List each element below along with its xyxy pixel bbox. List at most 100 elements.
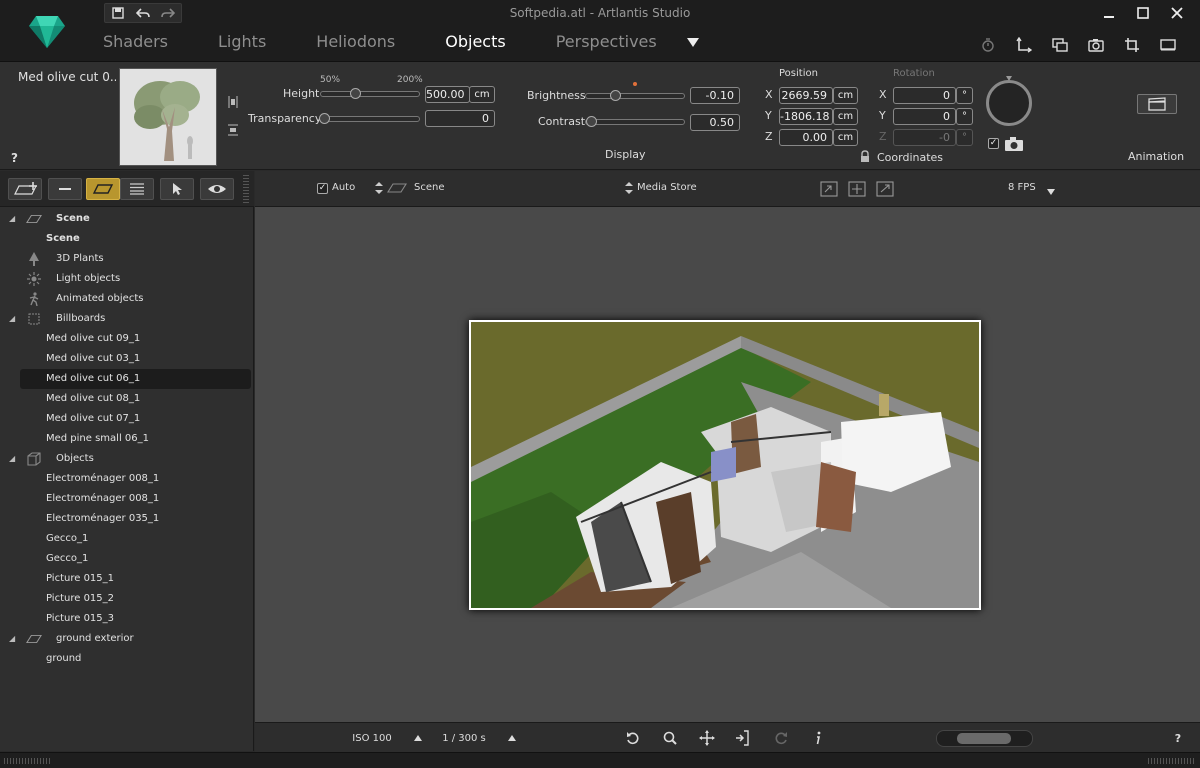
expand-frame-icon[interactable]	[876, 181, 894, 197]
tree-group-row[interactable]: ◢ Scene	[0, 209, 254, 229]
maximize-button[interactable]	[1126, 2, 1160, 24]
tab-objects[interactable]: Objects	[420, 30, 530, 54]
fullscreen-icon[interactable]	[1150, 34, 1186, 56]
tree-item-row[interactable]: Picture 015_2	[0, 589, 254, 609]
tree-item-row[interactable]: Gecco_1	[0, 529, 254, 549]
tree-group-row[interactable]: ◢ Objects	[0, 449, 254, 469]
snapshot-camera-icon[interactable]	[1004, 136, 1024, 152]
fps-label[interactable]: 8 FPS	[1008, 182, 1036, 193]
expand-toggle-icon[interactable]: ◢	[9, 449, 15, 469]
tree-group-row[interactable]: Light objects	[0, 269, 254, 289]
brightness-input[interactable]: -0.10	[690, 87, 740, 104]
right-resize-grip[interactable]	[1148, 758, 1194, 764]
brightness-slider[interactable]	[585, 90, 685, 101]
tree-item-row[interactable]: Electroménager 035_1	[0, 509, 254, 529]
snapshot-checkbox[interactable]: ✓	[988, 138, 999, 149]
tree-item-row[interactable]: ground	[0, 649, 254, 669]
tree-item-row[interactable]: Electroménager 008_1	[0, 489, 254, 509]
iso-up-icon[interactable]	[412, 723, 424, 753]
timer-icon[interactable]	[970, 34, 1006, 56]
scene-dropdown-label[interactable]: Scene	[414, 182, 445, 193]
info-icon[interactable]	[808, 723, 828, 753]
media-store-label[interactable]: Media Store	[637, 182, 697, 193]
contrast-slider[interactable]	[585, 116, 685, 127]
scene-preview-image[interactable]	[469, 320, 981, 610]
tab-heliodons[interactable]: Heliodons	[291, 30, 420, 54]
fps-dropdown-icon[interactable]	[1047, 185, 1055, 195]
panel-grip[interactable]	[243, 175, 249, 203]
render-viewport[interactable]	[255, 207, 1200, 722]
brightness-slider-handle[interactable]	[610, 90, 621, 101]
tree-group-row[interactable]: ◢ Billboards	[0, 309, 254, 329]
transparency-input[interactable]: 0	[425, 110, 495, 127]
animation-clapper-button[interactable]	[1137, 94, 1177, 114]
minimize-button[interactable]	[1092, 2, 1126, 24]
tab-shaders[interactable]: Shaders	[78, 30, 193, 54]
tab-perspectives[interactable]: Perspectives	[531, 30, 682, 54]
expand-toggle-icon[interactable]: ◢	[9, 309, 15, 329]
tabs-dropdown-icon[interactable]	[682, 30, 704, 54]
tree-item-row[interactable]: Picture 015_1	[0, 569, 254, 589]
tree-item-row[interactable]: Med pine small 06_1	[0, 429, 254, 449]
auto-checkbox[interactable]: ✓	[317, 183, 328, 194]
tree-item-row[interactable]: Med olive cut 03_1	[0, 349, 254, 369]
tree-item-row[interactable]: Scene	[0, 229, 254, 249]
tree-item-row[interactable]: Med olive cut 09_1	[0, 329, 254, 349]
height-slider-handle[interactable]	[350, 88, 361, 99]
tree-item-row[interactable]: Electroménager 008_1	[0, 469, 254, 489]
center-frame-icon[interactable]	[848, 181, 866, 197]
shutter-up-icon[interactable]	[506, 723, 518, 753]
select-pointer-button[interactable]	[160, 178, 194, 200]
crop-icon[interactable]	[1114, 34, 1150, 56]
expand-toggle-icon[interactable]: ◢	[9, 629, 15, 649]
undo-icon[interactable]	[134, 5, 152, 21]
tree-item-row[interactable]: Picture 015_3	[0, 609, 254, 629]
rotation-dial[interactable]	[986, 80, 1032, 126]
help-button[interactable]: ?	[1171, 723, 1185, 753]
height-slider[interactable]	[320, 88, 420, 99]
rotation-x-input[interactable]: 0	[893, 87, 956, 104]
tree-item-row[interactable]: Med olive cut 08_1	[0, 389, 254, 409]
scene-sort-icon[interactable]	[375, 182, 383, 194]
zoom-icon[interactable]	[660, 723, 680, 753]
help-icon[interactable]: ?	[11, 151, 18, 165]
reset-view-icon[interactable]	[623, 723, 643, 753]
tree-group-row[interactable]: ◢ ground exterior	[0, 629, 254, 649]
timeline-scroll-thumb[interactable]	[957, 733, 1011, 744]
contrast-input[interactable]: 0.50	[690, 114, 740, 131]
align-horizontal-icon[interactable]	[228, 96, 238, 108]
tree-item-row[interactable]: Med olive cut 07_1	[0, 409, 254, 429]
transparency-slider[interactable]	[319, 113, 420, 124]
object-thumbnail[interactable]	[119, 68, 217, 166]
remove-button[interactable]	[48, 178, 82, 200]
camera-icon[interactable]	[1078, 34, 1114, 56]
add-layer-button[interactable]	[8, 178, 42, 200]
tree-item-row[interactable]: Gecco_1	[0, 549, 254, 569]
media-store-sort-icon[interactable]	[625, 182, 633, 194]
zoom-in-frame-icon[interactable]	[820, 181, 838, 197]
expand-toggle-icon[interactable]: ◢	[9, 209, 15, 229]
position-x-input[interactable]: 2669.59	[779, 87, 833, 104]
pan-icon[interactable]	[697, 723, 717, 753]
position-z-input[interactable]: 0.00	[779, 129, 833, 146]
align-vertical-icon[interactable]	[228, 124, 238, 136]
walk-through-icon[interactable]	[733, 723, 753, 753]
close-button[interactable]	[1160, 2, 1194, 24]
tab-lights[interactable]: Lights	[193, 30, 291, 54]
transparency-slider-handle[interactable]	[319, 113, 330, 124]
redo-icon[interactable]	[159, 5, 177, 21]
rotation-y-input[interactable]: 0	[893, 108, 956, 125]
list-view-button[interactable]	[120, 178, 154, 200]
tree-item-row[interactable]: Med olive cut 06_1	[20, 369, 251, 389]
visibility-eye-button[interactable]	[200, 178, 234, 200]
tree-group-row[interactable]: Animated objects	[0, 289, 254, 309]
height-input[interactable]: 500.00	[425, 86, 470, 103]
left-resize-grip[interactable]	[4, 758, 50, 764]
lock-icon[interactable]	[860, 150, 870, 162]
contrast-slider-handle[interactable]	[586, 116, 597, 127]
tree-group-row[interactable]: 3D Plants	[0, 249, 254, 269]
position-y-input[interactable]: -1806.18	[779, 108, 833, 125]
layers-view-button[interactable]	[86, 178, 120, 200]
copy-view-icon[interactable]	[1042, 34, 1078, 56]
axes-icon[interactable]	[1006, 34, 1042, 56]
